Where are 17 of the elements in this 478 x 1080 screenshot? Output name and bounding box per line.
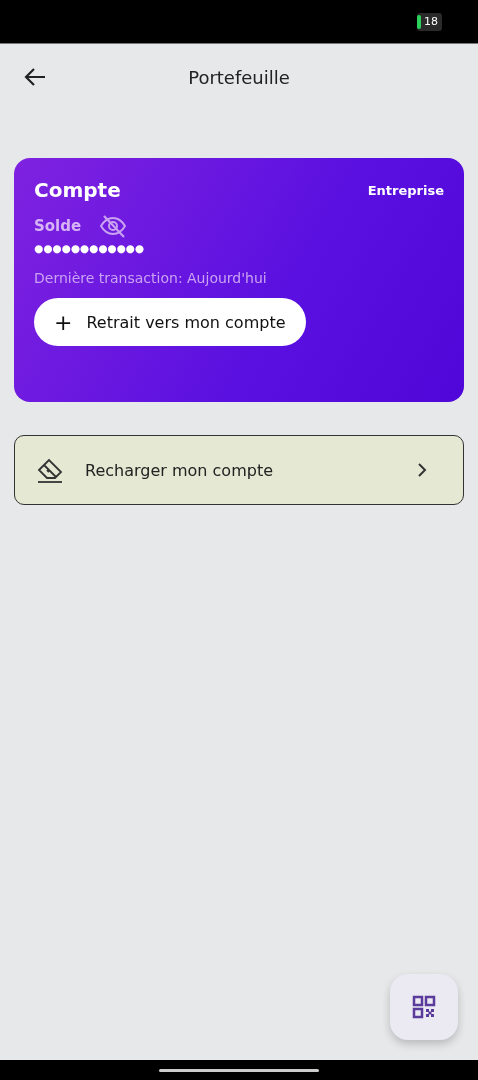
balance-label: Solde bbox=[34, 217, 82, 235]
balance-value: ●●●●●●●●●●●● bbox=[34, 242, 144, 254]
qr-code-icon bbox=[412, 995, 436, 1019]
account-type: Entreprise bbox=[367, 182, 444, 198]
battery-indicator: 18 bbox=[417, 12, 442, 31]
back-arrow-icon[interactable] bbox=[24, 68, 46, 86]
qr-code-button[interactable] bbox=[390, 974, 458, 1040]
account-title: Compte bbox=[34, 178, 121, 202]
page-title: Portefeuille bbox=[188, 66, 290, 88]
card-icon bbox=[35, 456, 65, 484]
eye-off-icon[interactable] bbox=[99, 214, 128, 238]
menu-item-label: Recharger mon compte bbox=[85, 460, 274, 480]
chevron-right-icon bbox=[417, 463, 427, 477]
home-indicator[interactable] bbox=[159, 1068, 319, 1072]
menu-item[interactable]: Recharger mon compte bbox=[14, 435, 464, 505]
withdraw-button[interactable]: + Retrait vers mon compte bbox=[34, 298, 306, 346]
last-transaction: Dernière transaction: Aujourd'hui bbox=[34, 270, 267, 286]
